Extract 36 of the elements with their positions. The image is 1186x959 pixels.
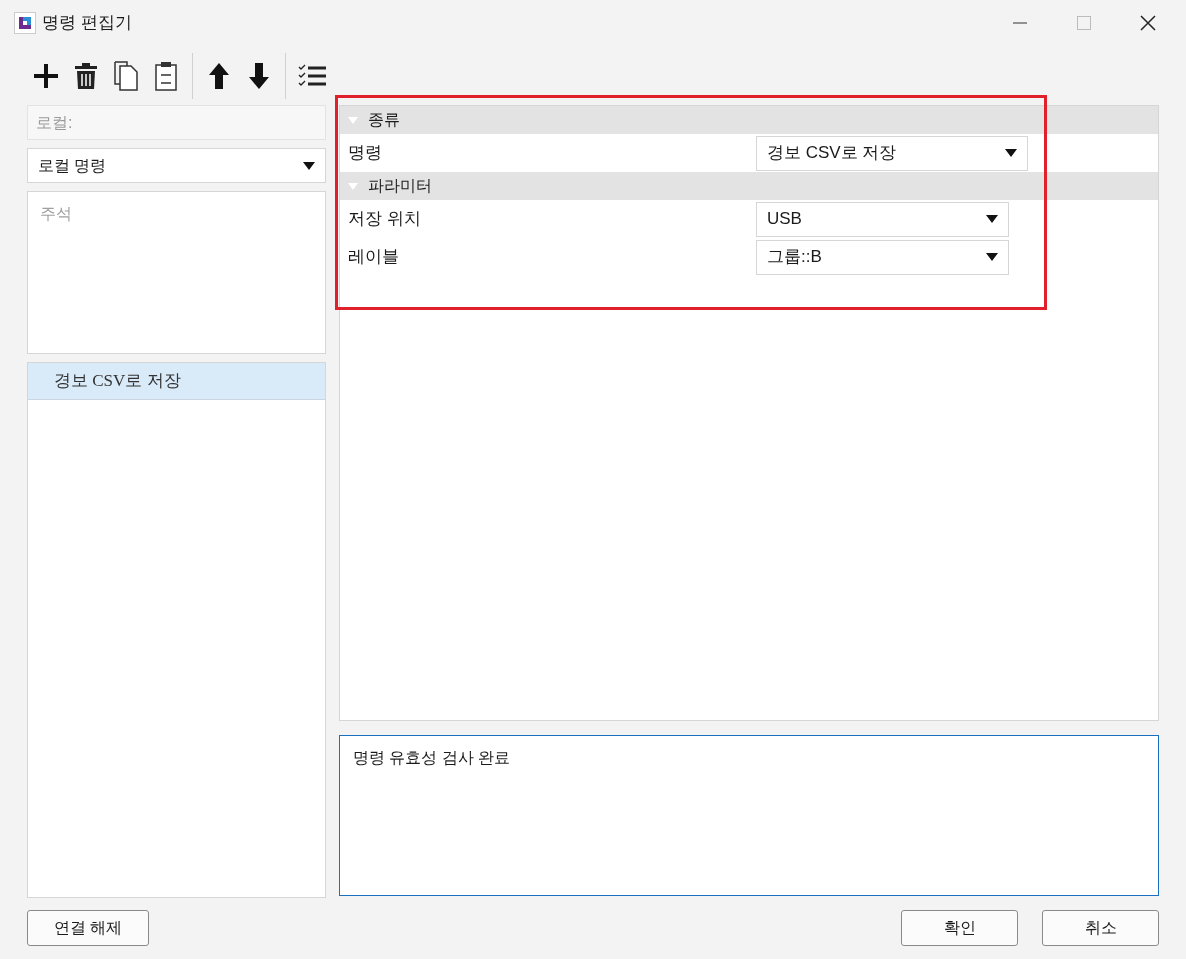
category-header[interactable]: 종류 <box>340 106 1158 134</box>
scope-dropdown[interactable]: 로컬 명령 <box>27 148 326 183</box>
caret-icon <box>986 215 998 223</box>
caret-icon <box>1005 149 1017 157</box>
app-icon <box>14 11 36 34</box>
ok-button[interactable]: 확인 <box>901 910 1018 946</box>
caret-icon <box>986 253 998 261</box>
copy-icon <box>114 61 138 91</box>
arrow-down-icon <box>249 63 269 89</box>
category-label: 파라미터 <box>368 176 432 196</box>
command-list-item[interactable]: 경보 CSV로 저장 <box>28 363 325 400</box>
caret-icon <box>303 161 315 170</box>
expanded-triangle-icon <box>348 181 358 191</box>
property-label: 명령 <box>347 142 383 165</box>
checklist-icon <box>298 64 326 88</box>
local-field[interactable]: 로컬: <box>27 105 326 140</box>
comment-field[interactable]: 주석 <box>27 191 326 354</box>
maximize-icon <box>1077 15 1091 30</box>
close-icon <box>1140 14 1156 31</box>
trash-icon <box>75 63 97 89</box>
disconnect-button[interactable]: 연결 해제 <box>27 910 149 946</box>
category-header[interactable]: 파라미터 <box>340 172 1158 200</box>
cancel-button[interactable]: 취소 <box>1042 910 1159 946</box>
expanded-triangle-icon <box>348 115 358 125</box>
category-label: 종류 <box>368 110 400 130</box>
plus-icon <box>33 63 59 89</box>
property-value-dropdown[interactable]: USB <box>756 201 1009 237</box>
clipboard-icon <box>155 61 177 91</box>
arrow-up-icon <box>209 63 229 89</box>
property-value-dropdown[interactable]: 경보 CSV로 저장 <box>756 135 1028 171</box>
minimize-icon <box>1013 21 1027 24</box>
window-title: 명령 편집기 <box>42 11 132 34</box>
property-label: 저장 위치 <box>347 208 422 231</box>
property-value-dropdown[interactable]: 그룹::B <box>756 239 1009 275</box>
property-label: 레이블 <box>347 246 400 269</box>
validation-message: 명령 유효성 검사 완료 <box>353 749 511 766</box>
